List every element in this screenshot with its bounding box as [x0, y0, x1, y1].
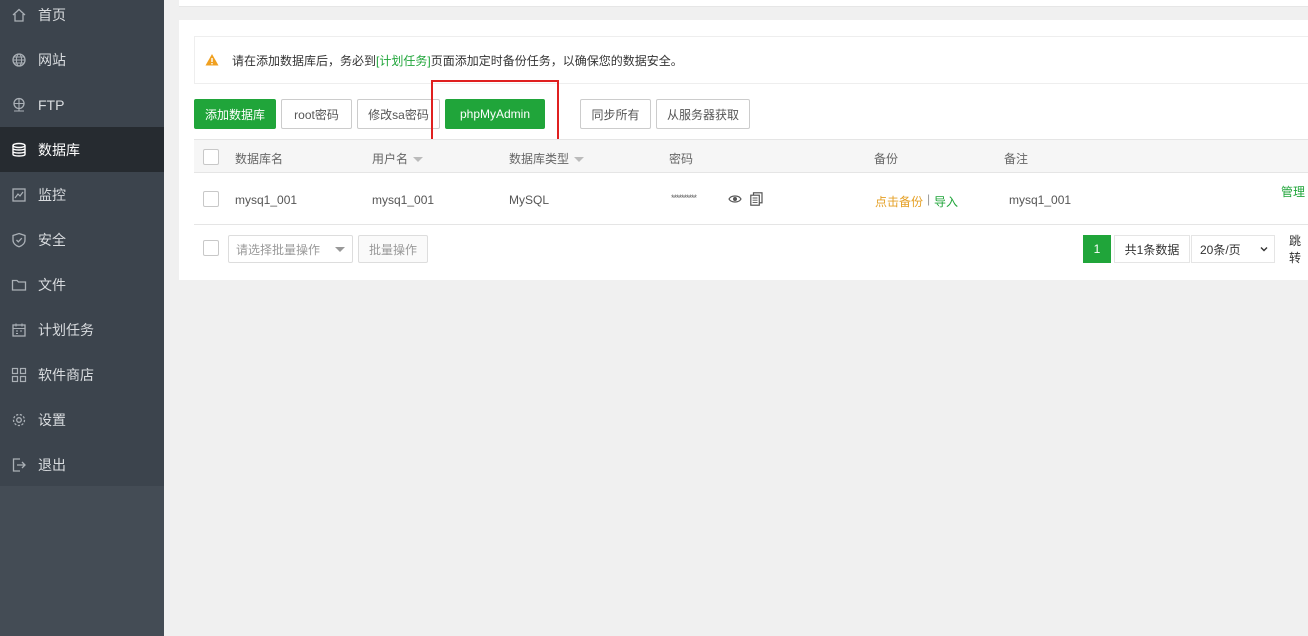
batch-operation-button[interactable]: 批量操作 [358, 235, 428, 263]
page-size-value: 20条/页 [1200, 242, 1241, 257]
sidebar-item-monitor[interactable]: 监控 [0, 172, 164, 217]
eye-icon[interactable] [728, 193, 742, 208]
sidebar-item-label: 设置 [38, 411, 66, 428]
copy-icon[interactable] [750, 192, 763, 209]
select-all-checkbox[interactable] [203, 149, 219, 165]
manage-link[interactable]: 管理 [1281, 183, 1305, 200]
backup-link[interactable]: 点击备份 [875, 193, 923, 210]
logout-icon [11, 457, 27, 473]
import-link[interactable]: 导入 [934, 193, 958, 210]
sidebar-item-ftp[interactable]: FTP [0, 82, 164, 127]
calendar-icon [11, 322, 27, 338]
cell-database-name: mysq1_001 [235, 193, 298, 207]
batch-select-checkbox[interactable] [203, 240, 219, 256]
sidebar-item-label: 监控 [38, 186, 66, 203]
page-number-current[interactable]: 1 [1083, 235, 1111, 263]
gear-icon [11, 412, 27, 428]
total-count: 共1条数据 [1114, 235, 1190, 263]
sidebar-item-label: FTP [38, 96, 65, 113]
chevron-down-icon [1260, 247, 1268, 252]
warning-icon [205, 54, 219, 66]
sort-caret-icon [413, 157, 424, 163]
globe-icon [11, 52, 27, 68]
backup-notice: 请在添加数据库后，务必到 [计划任务] 页面添加定时备份任务，以确保您的数据安全。 [194, 36, 1308, 84]
action-separator: | [927, 192, 931, 206]
sidebar-item-cron[interactable]: 计划任务 [0, 307, 164, 352]
sidebar-item-label: 退出 [38, 456, 66, 473]
cell-database-type: MySQL [509, 193, 550, 207]
cell-password-masked: ********** [671, 193, 697, 203]
notice-text-prefix: 请在添加数据库后，务必到 [232, 53, 377, 68]
sidebar-item-files[interactable]: 文件 [0, 262, 164, 307]
sort-caret-icon [574, 157, 585, 163]
table-row: mysq1_001 mysq1_001 MySQL ********** 点击备… [194, 174, 1308, 225]
top-panel [179, 0, 1308, 7]
jump-label: 跳转 [1289, 234, 1302, 265]
header-note: 备注 [1004, 152, 1029, 166]
change-sa-password-button[interactable]: 修改sa密码 [357, 99, 440, 129]
notice-text-suffix: 页面添加定时备份任务，以确保您的数据安全。 [430, 53, 683, 68]
shield-icon [11, 232, 27, 248]
monitor-icon [11, 187, 27, 203]
header-username[interactable]: 用户名 [372, 150, 424, 167]
sidebar-item-store[interactable]: 软件商店 [0, 352, 164, 397]
sidebar-item-database[interactable]: 数据库 [0, 127, 164, 172]
sidebar-item-security[interactable]: 安全 [0, 217, 164, 262]
fetch-from-server-button[interactable]: 从服务器获取 [656, 99, 750, 129]
sidebar-nav: 首页 网站 FTP 数据库 监控 安全 文件 计划任务 软件商店 设置 退出 [0, 0, 164, 486]
sidebar: 首页 网站 FTP 数据库 监控 安全 文件 计划任务 软件商店 设置 退出 [0, 0, 164, 636]
header-backup: 备份 [874, 152, 899, 166]
home-icon [11, 7, 27, 23]
table-header: 数据库名 用户名 数据库类型 密码 备份 备注 [194, 139, 1308, 173]
page-size-select[interactable]: 20条/页 [1191, 235, 1275, 263]
sync-all-button[interactable]: 同步所有 [580, 99, 651, 129]
sidebar-item-label: 网站 [38, 51, 66, 68]
root-password-button[interactable]: root密码 [281, 99, 352, 129]
cell-username: mysq1_001 [372, 193, 435, 207]
header-database-name: 数据库名 [235, 152, 284, 166]
sidebar-item-settings[interactable]: 设置 [0, 397, 164, 442]
sidebar-item-label: 计划任务 [38, 321, 94, 338]
sidebar-item-label: 文件 [38, 276, 66, 293]
sidebar-item-label: 数据库 [38, 141, 80, 158]
add-database-button[interactable]: 添加数据库 [194, 99, 276, 129]
header-password: 密码 [669, 152, 694, 166]
batch-select-placeholder: 请选择批量操作 [236, 242, 321, 257]
phpmyadmin-button[interactable]: phpMyAdmin [445, 99, 545, 129]
header-database-type[interactable]: 数据库类型 [509, 150, 585, 167]
sidebar-item-label: 软件商店 [38, 366, 94, 383]
sidebar-item-label: 首页 [38, 6, 66, 23]
cell-note[interactable]: mysq1_001 [1009, 193, 1071, 207]
batch-operation-select[interactable]: 请选择批量操作 [228, 235, 353, 263]
cron-link[interactable]: [计划任务] [376, 52, 431, 69]
sidebar-item-home[interactable]: 首页 [0, 0, 164, 37]
sidebar-footer [0, 486, 164, 636]
row-checkbox[interactable] [203, 191, 219, 207]
ftp-icon [11, 97, 27, 113]
header-type-label: 数据库类型 [509, 152, 570, 166]
database-icon [11, 142, 27, 158]
sidebar-item-label: 安全 [38, 231, 66, 248]
sidebar-item-website[interactable]: 网站 [0, 37, 164, 82]
sidebar-item-logout[interactable]: 退出 [0, 442, 164, 487]
grid-icon [11, 367, 27, 383]
header-username-label: 用户名 [372, 152, 409, 166]
chevron-down-icon [335, 247, 345, 252]
folder-icon [11, 277, 27, 293]
